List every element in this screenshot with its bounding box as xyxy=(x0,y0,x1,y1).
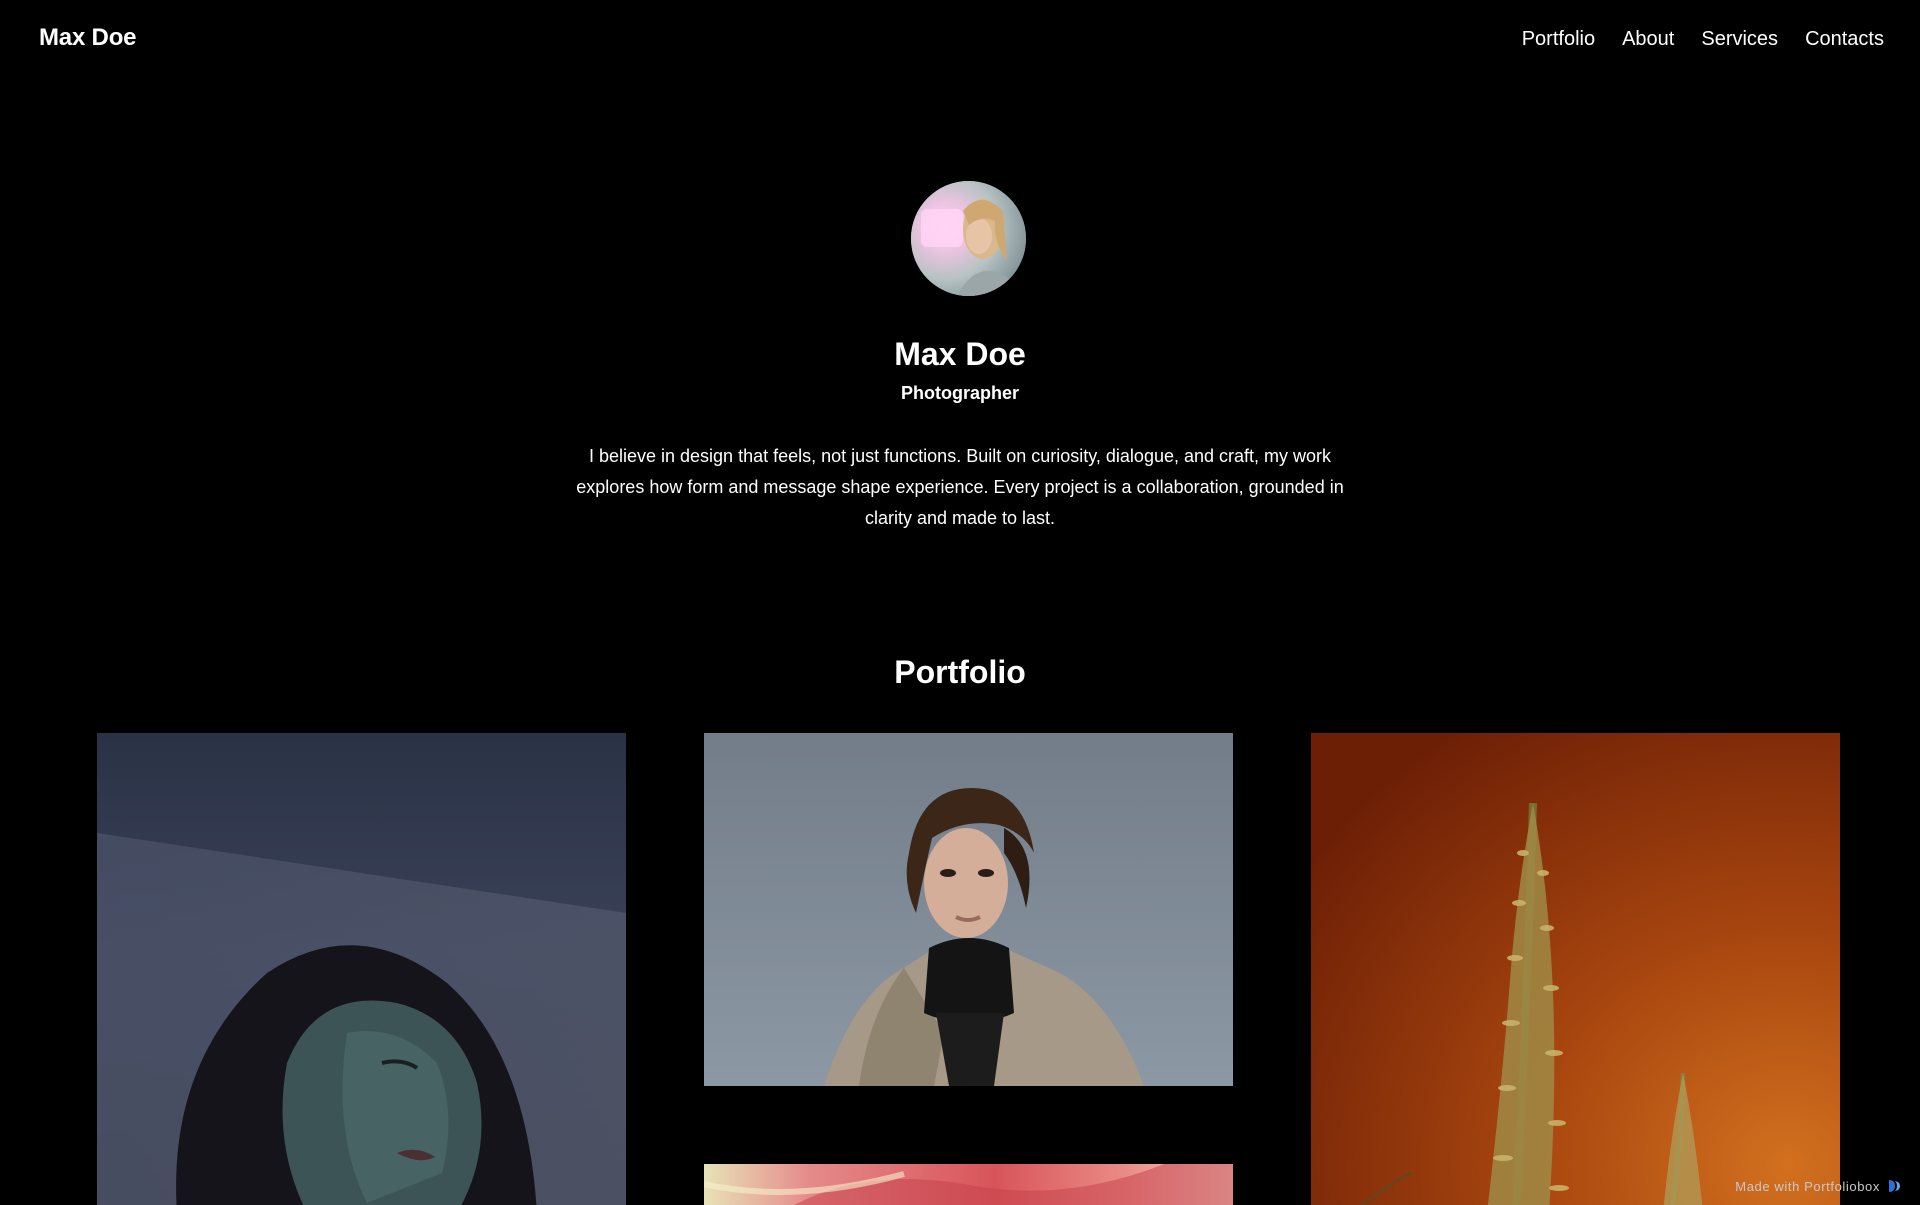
nav-link-about[interactable]: About xyxy=(1622,26,1674,52)
main-nav: Portfolio About Services Contacts xyxy=(1522,26,1884,52)
page: Max Doe Portfolio About Services Contact… xyxy=(0,0,1920,1205)
hero-role: Photographer xyxy=(900,383,1019,403)
portfoliobox-logo-icon xyxy=(1886,1178,1902,1194)
hero-bio: I believe in design that feels, not just… xyxy=(576,446,1344,528)
nav-link-services[interactable]: Services xyxy=(1701,26,1778,52)
portfolio-image-trench-coat[interactable] xyxy=(704,733,1233,1086)
profile-avatar xyxy=(911,181,1026,296)
brand-logo-link[interactable]: Max Doe xyxy=(39,24,136,52)
made-with-text: Made with Portfoliobox xyxy=(1735,1178,1880,1194)
nav-link-portfolio[interactable]: Portfolio xyxy=(1522,26,1595,52)
portfolio-image-pink-floral[interactable] xyxy=(704,1164,1233,1205)
nav-link-contacts[interactable]: Contacts xyxy=(1805,26,1884,52)
portfolio-section-title: Portfolio xyxy=(894,654,1026,690)
made-with-badge[interactable]: Made with Portfoliobox xyxy=(1735,1178,1902,1194)
portfolio-image-plant-orange[interactable] xyxy=(1311,733,1840,1205)
site-header: Max Doe Portfolio About Services Contact… xyxy=(0,0,1920,78)
hero-name: Max Doe xyxy=(894,336,1026,372)
portfolio-image-portrait-blue[interactable] xyxy=(97,733,626,1205)
